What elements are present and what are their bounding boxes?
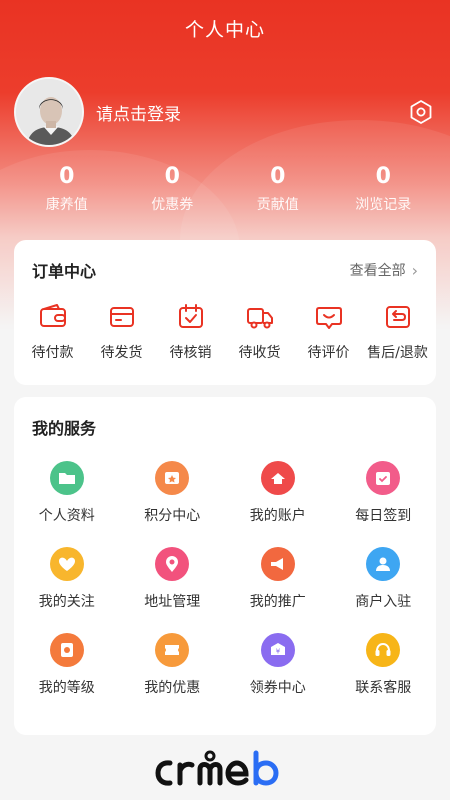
wallet-icon bbox=[39, 304, 66, 327]
truck-icon bbox=[246, 308, 273, 329]
service-points-center[interactable]: 积分中心 bbox=[120, 461, 226, 525]
service-my-account[interactable]: 我的账户 bbox=[225, 461, 331, 525]
heart-icon bbox=[49, 547, 84, 581]
crmeb-logo bbox=[155, 750, 279, 786]
stat-value: 0 bbox=[375, 164, 391, 189]
merchant-icon bbox=[366, 547, 401, 581]
order-item-label: 待核销 bbox=[169, 345, 212, 361]
view-all-orders-link[interactable]: 查看全部 › bbox=[350, 260, 418, 280]
coupon-icon bbox=[155, 633, 190, 667]
service-address-management[interactable]: 地址管理 bbox=[120, 547, 226, 611]
order-pending-shipment[interactable]: 待发货 bbox=[87, 302, 156, 362]
order-center-card: 订单中心 查看全部 › 待付款 待发货 待核销 待收货 待评价 售后/退款 bbox=[14, 240, 436, 385]
service-profile[interactable]: 个人资料 bbox=[14, 461, 120, 525]
service-label: 个人资料 bbox=[38, 508, 95, 524]
service-my-follows[interactable]: 我的关注 bbox=[14, 547, 120, 611]
user-stats: 0 康养值 0 优惠券 0 贡献值 0 浏览记录 bbox=[14, 162, 436, 222]
service-label: 我的推广 bbox=[249, 594, 306, 610]
order-item-label: 待付款 bbox=[31, 345, 74, 361]
service-label: 联系客服 bbox=[355, 680, 412, 696]
checkin-icon bbox=[366, 461, 401, 495]
settings-icon[interactable] bbox=[408, 99, 434, 125]
stat-value: 0 bbox=[59, 164, 75, 189]
voucher-icon: ¥ bbox=[260, 633, 295, 667]
stat-label: 浏览记录 bbox=[355, 197, 412, 213]
service-label: 领券中心 bbox=[249, 680, 306, 696]
stat-health-points[interactable]: 0 康养值 bbox=[14, 162, 120, 222]
stat-label: 贡献值 bbox=[256, 197, 299, 213]
card-icon bbox=[109, 307, 134, 327]
headset-icon bbox=[366, 633, 401, 667]
order-pending-verification[interactable]: 待核销 bbox=[156, 302, 225, 362]
service-my-level[interactable]: 我的等级 bbox=[14, 633, 120, 697]
order-item-label: 待评价 bbox=[307, 345, 350, 361]
service-label: 我的等级 bbox=[38, 680, 95, 696]
order-pending-review[interactable]: 待评价 bbox=[294, 302, 363, 362]
order-item-label: 待发货 bbox=[100, 345, 143, 361]
location-icon bbox=[155, 547, 190, 581]
service-daily-checkin[interactable]: 每日签到 bbox=[331, 461, 437, 525]
calendar-check-icon bbox=[178, 304, 203, 328]
order-center-title: 订单中心 bbox=[32, 262, 97, 281]
order-item-label: 售后/退款 bbox=[367, 345, 428, 361]
chevron-right-icon: › bbox=[411, 260, 418, 280]
folder-icon bbox=[49, 461, 84, 495]
service-label: 我的账户 bbox=[249, 508, 306, 524]
service-label: 商户入驻 bbox=[355, 594, 412, 610]
order-item-label: 待收货 bbox=[238, 345, 281, 361]
stat-value: 0 bbox=[270, 164, 286, 189]
megaphone-icon bbox=[260, 547, 295, 581]
service-label: 地址管理 bbox=[144, 594, 201, 610]
account-icon bbox=[260, 461, 295, 495]
service-coupon-center[interactable]: ¥ 领券中心 bbox=[225, 633, 331, 697]
stat-label: 优惠券 bbox=[151, 197, 194, 213]
user-profile[interactable]: 请点击登录 bbox=[14, 76, 436, 148]
service-label: 每日签到 bbox=[355, 508, 412, 524]
return-icon bbox=[385, 306, 410, 328]
comment-icon bbox=[315, 307, 342, 329]
brand-logo bbox=[0, 742, 450, 800]
service-label: 积分中心 bbox=[144, 508, 201, 524]
service-my-promotion[interactable]: 我的推广 bbox=[225, 547, 331, 611]
service-my-discounts[interactable]: 我的优惠 bbox=[120, 633, 226, 697]
service-label: 我的优惠 bbox=[144, 680, 201, 696]
my-services-card: 我的服务 个人资料 积分中心 我的账户 每日签到 我的关注 地址管理 我的推广 … bbox=[14, 397, 436, 735]
order-pending-receipt[interactable]: 待收货 bbox=[225, 302, 294, 362]
my-services-title: 我的服务 bbox=[32, 419, 97, 438]
avatar[interactable] bbox=[14, 77, 84, 147]
stat-coupons[interactable]: 0 优惠券 bbox=[120, 162, 226, 222]
svg-text:¥: ¥ bbox=[276, 648, 281, 656]
page-title: 个人中心 bbox=[184, 18, 265, 41]
service-merchant-onboarding[interactable]: 商户入驻 bbox=[331, 547, 437, 611]
order-after-sales[interactable]: 售后/退款 bbox=[363, 302, 432, 362]
service-label: 我的关注 bbox=[38, 594, 95, 610]
stat-contribution[interactable]: 0 贡献值 bbox=[225, 162, 331, 222]
login-prompt[interactable]: 请点击登录 bbox=[96, 100, 408, 125]
service-customer-support[interactable]: 联系客服 bbox=[331, 633, 437, 697]
stat-browse-history[interactable]: 0 浏览记录 bbox=[331, 162, 437, 222]
view-all-label: 查看全部 bbox=[349, 263, 406, 279]
medal-icon bbox=[49, 633, 84, 667]
stat-label: 康养值 bbox=[45, 197, 88, 213]
stat-value: 0 bbox=[164, 164, 180, 189]
points-icon bbox=[155, 461, 190, 495]
order-pending-payment[interactable]: 待付款 bbox=[18, 302, 87, 362]
